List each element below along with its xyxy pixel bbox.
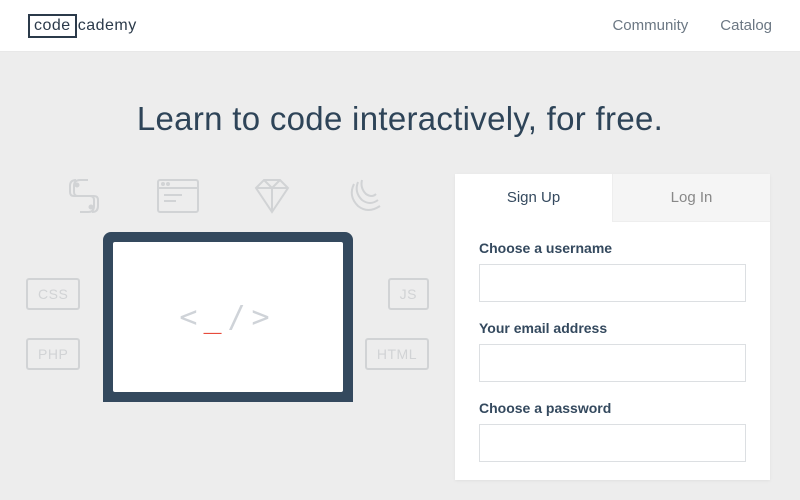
tab-signup[interactable]: Sign Up (455, 174, 612, 222)
lang-icon-row (60, 174, 425, 218)
password-label: Choose a password (479, 400, 746, 416)
email-input[interactable] (479, 344, 746, 382)
signup-form: Choose a username Your email address Cho… (455, 222, 770, 480)
code-angle-right: /> (228, 300, 276, 335)
browser-window-icon (154, 174, 202, 218)
nav-catalog[interactable]: Catalog (720, 17, 772, 34)
code-angle-left: < (179, 300, 203, 335)
monitor: < _ /> (103, 232, 353, 402)
auth-tabs: Sign Up Log In (455, 174, 770, 222)
signup-card: Sign Up Log In Choose a username Your em… (455, 174, 770, 480)
monitor-wrap: CSS JS PHP HTML < _ /> (30, 232, 425, 402)
username-input[interactable] (479, 264, 746, 302)
main: CSS JS PHP HTML < _ /> Sign Up Log In Ch… (0, 174, 800, 480)
logo-boxed: code (28, 14, 77, 38)
username-label: Choose a username (479, 240, 746, 256)
badge-php: PHP (26, 338, 80, 370)
hero-headline: Learn to code interactively, for free. (0, 100, 800, 138)
badge-css: CSS (26, 278, 80, 310)
python-icon (60, 174, 108, 218)
tab-login[interactable]: Log In (612, 174, 770, 222)
badge-html: HTML (365, 338, 429, 370)
logo[interactable]: codecademy (28, 14, 137, 38)
illustration: CSS JS PHP HTML < _ /> (30, 174, 425, 474)
jquery-icon (342, 174, 390, 218)
header: codecademy Community Catalog (0, 0, 800, 52)
top-nav: Community Catalog (612, 17, 772, 34)
monitor-screen: < _ /> (113, 242, 343, 392)
password-input[interactable] (479, 424, 746, 462)
hero: Learn to code interactively, for free. (0, 52, 800, 174)
code-cursor: _ (203, 300, 227, 335)
nav-community[interactable]: Community (612, 17, 688, 34)
badge-js: JS (388, 278, 429, 310)
logo-rest: cademy (78, 17, 137, 35)
email-label: Your email address (479, 320, 746, 336)
ruby-icon (248, 174, 296, 218)
